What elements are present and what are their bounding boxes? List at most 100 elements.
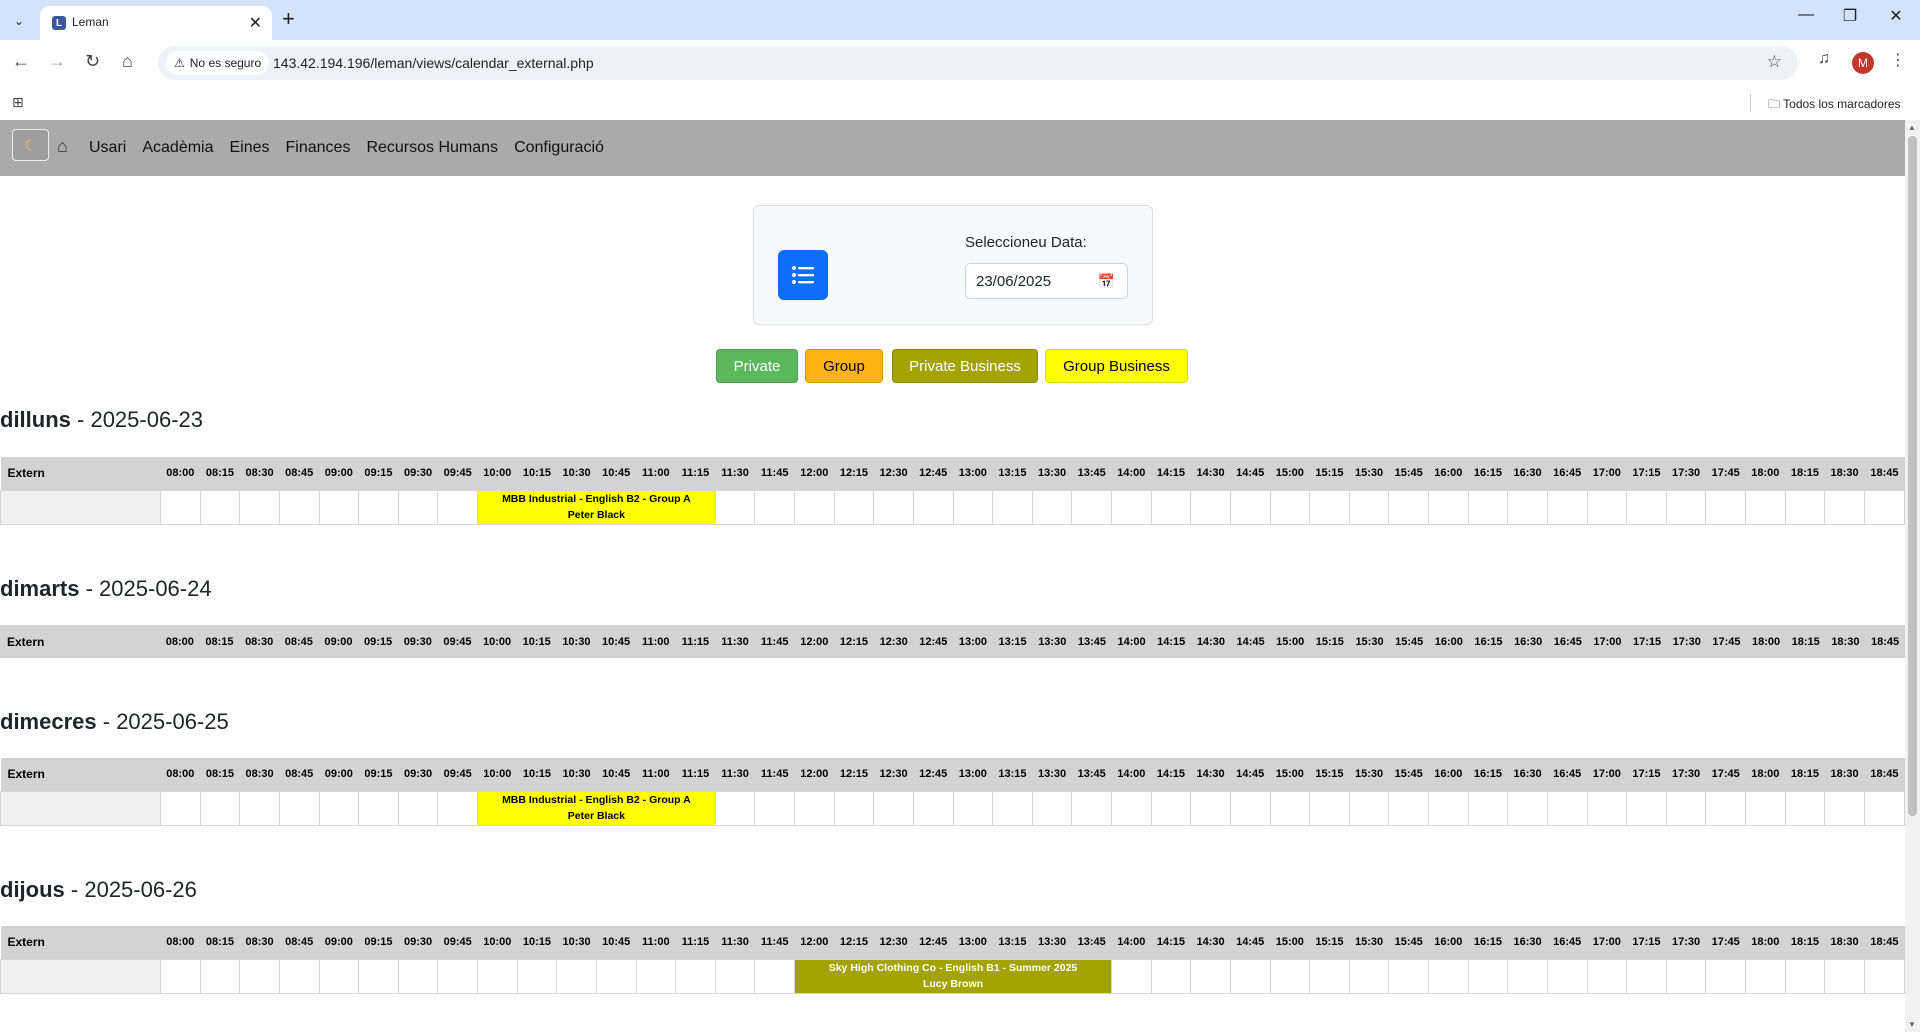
time-slot[interactable] xyxy=(952,489,994,525)
list-view-button[interactable] xyxy=(778,250,828,300)
time-slot[interactable] xyxy=(992,489,1033,525)
time-slot[interactable] xyxy=(397,958,439,994)
browser-tab[interactable]: L Leman ✕ xyxy=(40,6,272,40)
time-slot[interactable] xyxy=(1705,958,1746,994)
time-slot[interactable] xyxy=(239,790,280,826)
time-slot[interactable] xyxy=(912,790,954,826)
time-slot[interactable] xyxy=(1626,958,1667,994)
time-slot[interactable] xyxy=(1824,790,1865,826)
time-slot[interactable] xyxy=(477,958,518,994)
event-block[interactable]: MBB Industrial - English B2 - Group A Pet… xyxy=(477,790,716,826)
legend-private-button[interactable]: Private xyxy=(716,349,798,383)
time-slot[interactable] xyxy=(714,958,756,994)
time-slot[interactable] xyxy=(1745,790,1786,826)
all-bookmarks[interactable]: 🗀 Todos los marcadores xyxy=(1768,95,1901,116)
url-text[interactable]: 143.42.194.196/leman/views/calendar_exte… xyxy=(273,55,594,71)
time-slot[interactable] xyxy=(437,958,478,994)
time-slot[interactable] xyxy=(1626,790,1667,826)
time-slot[interactable] xyxy=(160,489,201,525)
legend-group-button[interactable]: Group xyxy=(805,349,883,383)
time-slot[interactable] xyxy=(1784,489,1826,525)
time-slot[interactable] xyxy=(1348,489,1390,525)
time-slot[interactable] xyxy=(1190,790,1231,826)
time-slot[interactable] xyxy=(912,489,954,525)
time-slot[interactable] xyxy=(1428,489,1469,525)
time-slot[interactable] xyxy=(516,958,558,994)
time-slot[interactable] xyxy=(1031,790,1073,826)
time-slot[interactable] xyxy=(278,790,320,826)
time-slot[interactable] xyxy=(1190,958,1231,994)
time-slot[interactable] xyxy=(1150,790,1192,826)
time-slot[interactable] xyxy=(1388,790,1429,826)
time-slot[interactable] xyxy=(1229,958,1271,994)
time-slot[interactable] xyxy=(794,790,835,826)
time-slot[interactable] xyxy=(239,958,280,994)
time-slot[interactable] xyxy=(1665,790,1707,826)
time-slot[interactable] xyxy=(1309,489,1350,525)
time-slot[interactable] xyxy=(278,958,320,994)
time-slot[interactable] xyxy=(1665,958,1707,994)
time-slot[interactable] xyxy=(1626,489,1667,525)
time-slot[interactable] xyxy=(1863,489,1906,525)
time-slot[interactable] xyxy=(1467,489,1509,525)
minimize-icon[interactable]: — xyxy=(1786,6,1826,24)
time-slot[interactable] xyxy=(833,790,875,826)
time-slot[interactable] xyxy=(873,790,914,826)
time-slot[interactable] xyxy=(1705,489,1746,525)
media-control-icon[interactable]: ♫ xyxy=(1818,50,1830,68)
nav-item[interactable]: Recursos Humans xyxy=(366,139,498,157)
time-slot[interactable] xyxy=(754,958,795,994)
time-slot[interactable] xyxy=(199,489,241,525)
nav-item[interactable]: Acadèmia xyxy=(142,139,213,157)
time-slot[interactable] xyxy=(358,958,399,994)
scroll-up-icon[interactable]: ▲ xyxy=(1908,123,1916,132)
time-slot[interactable] xyxy=(437,790,478,826)
time-slot[interactable] xyxy=(675,958,716,994)
time-slot[interactable] xyxy=(1784,958,1826,994)
calendar-icon[interactable]: 📅 xyxy=(1098,273,1115,290)
time-slot[interactable] xyxy=(1309,958,1350,994)
time-slot[interactable] xyxy=(1546,790,1588,826)
time-slot[interactable] xyxy=(1863,790,1906,826)
time-slot[interactable] xyxy=(1665,489,1707,525)
time-slot[interactable] xyxy=(1586,489,1628,525)
time-slot[interactable] xyxy=(437,489,478,525)
time-slot[interactable] xyxy=(1269,958,1311,994)
time-slot[interactable] xyxy=(556,958,597,994)
time-slot[interactable] xyxy=(1388,489,1429,525)
time-slot[interactable] xyxy=(1745,489,1786,525)
time-slot[interactable] xyxy=(635,958,677,994)
time-slot[interactable] xyxy=(873,489,914,525)
nav-item[interactable]: Usari xyxy=(89,139,126,157)
time-slot[interactable] xyxy=(1150,489,1192,525)
scrollbar-thumb[interactable] xyxy=(1908,136,1917,816)
time-slot[interactable] xyxy=(1507,489,1548,525)
tab-search-icon[interactable]: ⌄ xyxy=(7,9,31,33)
time-slot[interactable] xyxy=(714,489,756,525)
time-slot[interactable] xyxy=(992,790,1033,826)
restore-icon[interactable]: ❐ xyxy=(1830,6,1870,26)
time-slot[interactable] xyxy=(278,489,320,525)
back-icon[interactable]: ← xyxy=(12,51,30,72)
time-slot[interactable] xyxy=(595,958,637,994)
legend-private-business-button[interactable]: Private Business xyxy=(892,349,1038,383)
nav-item[interactable]: Configuració xyxy=(514,139,604,157)
time-slot[interactable] xyxy=(239,489,280,525)
time-slot[interactable] xyxy=(1428,790,1469,826)
time-slot[interactable] xyxy=(714,790,756,826)
home-icon[interactable]: ⌂ xyxy=(122,51,133,72)
menu-kebab-icon[interactable]: ⋮ xyxy=(1890,50,1906,70)
nav-item[interactable]: Eines xyxy=(230,139,270,157)
time-slot[interactable] xyxy=(318,958,360,994)
nav-item[interactable]: Finances xyxy=(286,139,351,157)
time-slot[interactable] xyxy=(358,489,399,525)
event-block[interactable]: Sky High Clothing Co - English B1 - Summ… xyxy=(794,958,1112,994)
time-slot[interactable] xyxy=(1546,489,1588,525)
time-slot[interactable] xyxy=(1269,489,1311,525)
time-slot[interactable] xyxy=(754,489,795,525)
theme-toggle-button[interactable]: ☾ xyxy=(12,129,49,161)
time-slot[interactable] xyxy=(1348,790,1390,826)
time-slot[interactable] xyxy=(358,790,399,826)
close-window-icon[interactable]: ✕ xyxy=(1876,6,1916,26)
time-slot[interactable] xyxy=(1150,958,1192,994)
